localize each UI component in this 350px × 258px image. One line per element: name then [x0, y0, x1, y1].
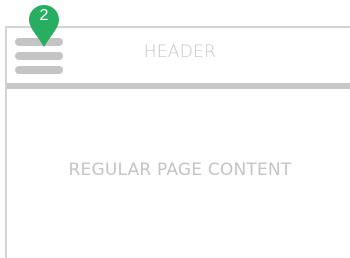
header-title: HEADER [143, 42, 217, 62]
content-placeholder: REGULAR PAGE CONTENT [68, 160, 292, 180]
hamburger-bar [15, 66, 63, 74]
step-number-badge: 2 [39, 7, 49, 24]
hamburger-bar [15, 52, 63, 60]
header-divider [7, 83, 350, 89]
hamburger-menu-icon[interactable] [15, 38, 63, 74]
hamburger-bar [15, 38, 63, 46]
